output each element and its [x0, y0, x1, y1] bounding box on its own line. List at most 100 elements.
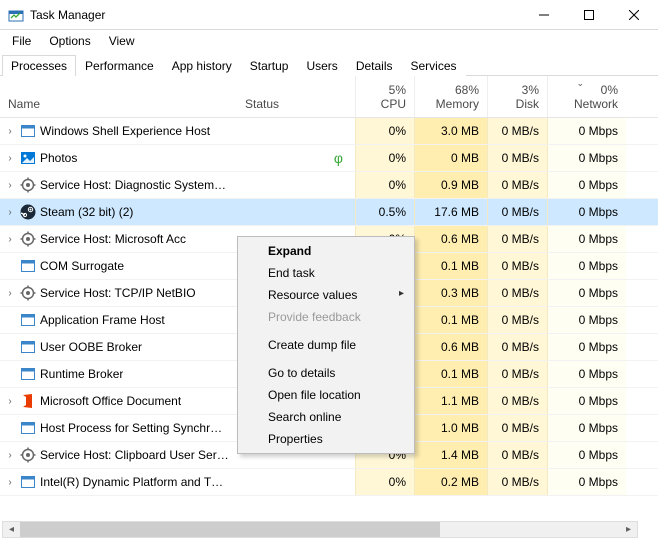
sort-chevron-icon: ⌄ — [576, 78, 584, 89]
process-row[interactable]: ›Windows Shell Experience Host0%3.0 MB0 … — [0, 118, 658, 145]
header-cpu[interactable]: 5% CPU — [355, 76, 414, 117]
cpu-cell: 0% — [355, 118, 414, 144]
process-name-cell[interactable]: Runtime Broker — [0, 361, 237, 387]
menu-view[interactable]: View — [101, 32, 143, 50]
cpu-cell: 0% — [355, 145, 414, 171]
mem-cell: 0.6 MB — [414, 226, 487, 252]
tab-processes[interactable]: Processes — [2, 55, 76, 76]
process-name-cell[interactable]: ›Service Host: TCP/IP NetBIO — [0, 280, 237, 306]
process-name-cell[interactable]: User OOBE Broker — [0, 334, 237, 360]
header-name[interactable]: Name — [0, 76, 237, 117]
tab-startup[interactable]: Startup — [241, 55, 298, 76]
app-icon — [20, 366, 36, 382]
disk-cell: 0 MB/s — [487, 280, 547, 306]
mem-cell: 17.6 MB — [414, 199, 487, 225]
expander-icon[interactable]: › — [4, 288, 16, 299]
gear-icon — [20, 447, 36, 463]
process-name-cell[interactable]: COM Surrogate — [0, 253, 237, 279]
disk-summary: 3% — [496, 83, 539, 97]
tab-users[interactable]: Users — [297, 55, 346, 76]
ctx-end-task[interactable]: End task — [240, 262, 412, 284]
tab-app-history[interactable]: App history — [163, 55, 241, 76]
process-name-cell[interactable]: › Photos — [0, 145, 237, 171]
context-menu: Expand End task Resource values ▸ Provid… — [237, 236, 415, 454]
gear-icon — [20, 231, 36, 247]
tab-details[interactable]: Details — [347, 55, 402, 76]
disk-cell: 0 MB/s — [487, 172, 547, 198]
header-network[interactable]: 0% Network — [547, 76, 626, 117]
process-name-cell[interactable]: ›Service Host: Clipboard User Ser… — [0, 442, 237, 468]
app-icon — [20, 474, 36, 490]
mem-cell: 0.6 MB — [414, 334, 487, 360]
tab-performance[interactable]: Performance — [76, 55, 163, 76]
scroll-thumb[interactable] — [20, 522, 440, 537]
mem-cell: 3.0 MB — [414, 118, 487, 144]
disk-cell: 0 MB/s — [487, 442, 547, 468]
minimize-button[interactable] — [521, 0, 566, 29]
ctx-properties[interactable]: Properties — [240, 428, 412, 450]
process-name-label: Runtime Broker — [40, 367, 123, 381]
ctx-go-to-details[interactable]: Go to details — [240, 362, 412, 384]
column-headers: Name Status 5% CPU 68% Memory 3% Disk 0%… — [0, 76, 658, 118]
net-cell: 0 Mbps — [547, 280, 626, 306]
header-disk[interactable]: 3% Disk — [487, 76, 547, 117]
process-name-label: Photos — [40, 151, 77, 165]
process-name-label: Microsoft Office Document — [40, 394, 181, 408]
window-controls — [521, 0, 656, 29]
ctx-expand[interactable]: Expand — [240, 240, 412, 262]
ctx-search-online[interactable]: Search online — [240, 406, 412, 428]
process-name-cell[interactable]: ›Service Host: Microsoft Acc — [0, 226, 237, 252]
expander-icon[interactable]: › — [4, 126, 16, 137]
tab-services[interactable]: Services — [402, 55, 466, 76]
process-name-cell[interactable]: Host Process for Setting Synchr… — [0, 415, 237, 441]
mem-cell: 1.1 MB — [414, 388, 487, 414]
ctx-open-file-location[interactable]: Open file location — [240, 384, 412, 406]
net-cell: 0 Mbps — [547, 253, 626, 279]
ctx-create-dump[interactable]: Create dump file — [240, 334, 412, 356]
horizontal-scrollbar[interactable]: ◂ ▸ — [2, 521, 638, 538]
expander-icon[interactable]: › — [4, 477, 16, 488]
expander-icon[interactable]: › — [4, 450, 16, 461]
ctx-resource-values[interactable]: Resource values ▸ — [240, 284, 412, 306]
mem-cell: 0.9 MB — [414, 172, 487, 198]
scroll-left-button[interactable]: ◂ — [3, 522, 20, 537]
process-row[interactable]: ›Photosφ0%0 MB0 MB/s0 Mbps — [0, 145, 658, 172]
expander-icon[interactable]: › — [4, 180, 16, 191]
process-row[interactable]: ›Steam (32 bit) (2)0.5%17.6 MB0 MB/s0 Mb… — [0, 199, 658, 226]
office-icon — [20, 393, 36, 409]
process-row[interactable]: ›Service Host: Diagnostic System…0%0.9 M… — [0, 172, 658, 199]
expander-icon[interactable]: › — [4, 396, 16, 407]
header-disk-label: Disk — [516, 97, 539, 111]
process-row[interactable]: ›Intel(R) Dynamic Platform and T…0%0.2 M… — [0, 469, 658, 496]
window-title: Task Manager — [30, 8, 105, 22]
chevron-right-icon: ▸ — [399, 288, 404, 299]
expander-icon[interactable]: › — [4, 153, 16, 164]
disk-cell: 0 MB/s — [487, 307, 547, 333]
app-icon — [20, 258, 36, 274]
maximize-button[interactable] — [566, 0, 611, 29]
menu-file[interactable]: File — [4, 32, 39, 50]
scroll-right-button[interactable]: ▸ — [620, 522, 637, 537]
net-cell: 0 Mbps — [547, 442, 626, 468]
header-status[interactable]: Status — [237, 76, 355, 117]
expander-icon[interactable]: › — [4, 207, 16, 218]
header-cpu-label: CPU — [381, 97, 406, 111]
process-name-cell[interactable]: ›Service Host: Diagnostic System… — [0, 172, 237, 198]
network-summary: 0% — [556, 83, 618, 97]
window-icon — [20, 123, 36, 139]
process-name-cell[interactable]: › Windows Shell Experience Host — [0, 118, 237, 144]
close-button[interactable] — [611, 0, 656, 29]
mem-cell: 0.1 MB — [414, 307, 487, 333]
menu-options[interactable]: Options — [41, 32, 98, 50]
process-name-label: Windows Shell Experience Host — [40, 124, 210, 138]
process-name-cell[interactable]: ›Steam (32 bit) (2) — [0, 199, 237, 225]
process-name-cell[interactable]: Application Frame Host — [0, 307, 237, 333]
expander-icon[interactable]: › — [4, 234, 16, 245]
net-cell: 0 Mbps — [547, 145, 626, 171]
header-memory[interactable]: 68% Memory — [414, 76, 487, 117]
process-name-cell[interactable]: ›Intel(R) Dynamic Platform and T… — [0, 469, 237, 495]
mem-cell: 0 MB — [414, 145, 487, 171]
app-icon — [20, 420, 36, 436]
process-name-cell[interactable]: › Microsoft Office Document — [0, 388, 237, 414]
disk-cell: 0 MB/s — [487, 388, 547, 414]
